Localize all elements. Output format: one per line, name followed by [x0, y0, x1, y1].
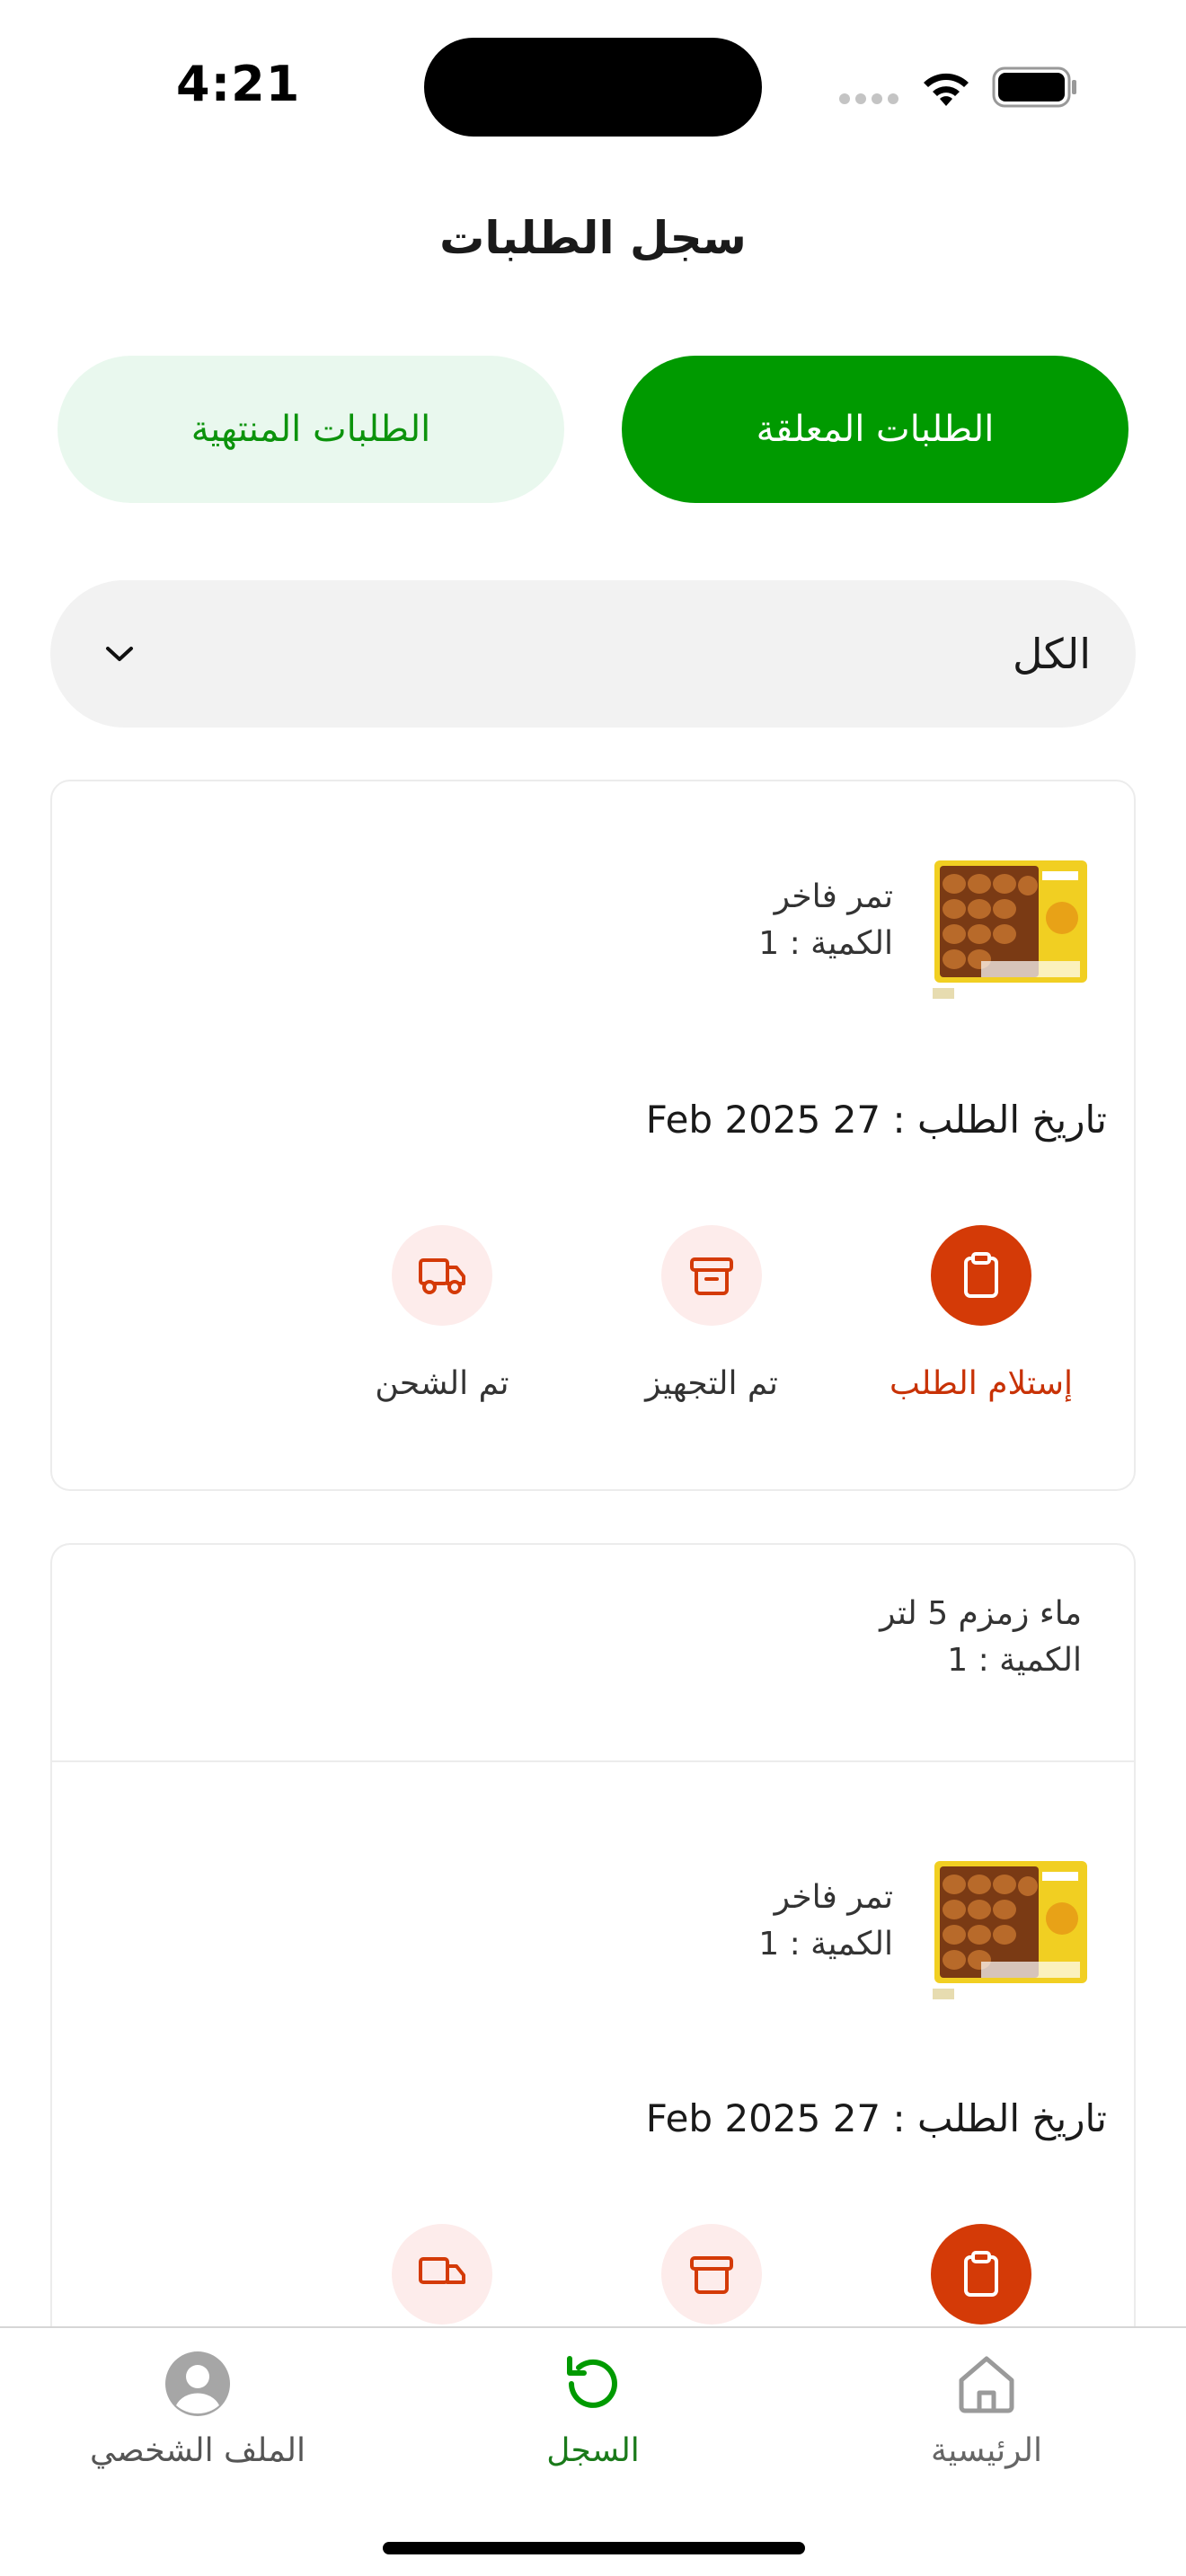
nav-label: الملف الشخصي	[90, 2432, 305, 2469]
history-icon	[567, 2356, 617, 2408]
product-quantity: الكمية : 1	[758, 1926, 893, 1963]
step-order-received	[873, 2224, 1089, 2325]
tab-completed-orders[interactable]: الطلبات المنتهية	[58, 356, 564, 503]
order-card[interactable]: ماء زمزم 5 لتر الكمية : 1 تمر فاخر الكمي…	[50, 1543, 1136, 2387]
tab-pending-orders[interactable]: الطلبات المعلقة	[622, 356, 1128, 503]
battery-icon	[992, 66, 1076, 108]
step-circle-shipped	[392, 1225, 492, 1326]
step-circle-shipped	[392, 2224, 492, 2325]
order-item: تمر فاخر الكمية : 1	[559, 853, 1098, 1006]
home-icon	[959, 2356, 1014, 2413]
step-prepared: تم التجهيز	[604, 1225, 819, 1402]
order-card[interactable]: تمر فاخر الكمية : 1 تاريخ الطلب : 27 Feb…	[50, 780, 1136, 1491]
step-circle-prepared	[661, 1225, 762, 1326]
filter-selected-value: الكل	[1012, 630, 1091, 678]
bottom-nav: الرئيسية السجل الملف الشخصي	[0, 2326, 1186, 2576]
nav-item-history[interactable]: السجل	[458, 2348, 728, 2469]
order-date: تاريخ الطلب : 27 Feb 2025	[646, 2096, 1107, 2140]
chevron-down-icon	[106, 647, 133, 661]
dynamic-island	[424, 38, 762, 137]
delivery-truck-icon	[419, 2257, 465, 2284]
clipboard-icon	[964, 1252, 998, 1298]
nav-label: الرئيسية	[931, 2432, 1042, 2469]
status-filter-dropdown[interactable]: الكل	[50, 580, 1136, 728]
step-circle-received	[931, 2224, 1031, 2325]
extra-item-quantity: الكمية : 1	[947, 1642, 1082, 1679]
step-order-received: إستلام الطلب	[873, 1225, 1089, 1402]
divider	[52, 1760, 1134, 1762]
archive-box-icon	[690, 2256, 733, 2294]
clipboard-icon	[964, 2251, 998, 2297]
page-title: سجل الطلبات	[439, 212, 747, 264]
product-name: تمر فاخر	[774, 1879, 893, 1916]
nav-label: السجل	[546, 2432, 640, 2469]
nav-item-home[interactable]: الرئيسية	[852, 2348, 1121, 2469]
archive-box-icon	[690, 1257, 733, 1295]
step-label: تم الشحن	[375, 1365, 509, 1402]
home-indicator	[383, 2542, 805, 2554]
step-shipped	[334, 2224, 550, 2325]
order-date: تاريخ الطلب : 27 Feb 2025	[646, 1098, 1107, 1142]
product-image	[933, 860, 1087, 999]
delivery-truck-icon	[419, 1258, 465, 1294]
step-label: تم التجهيز	[645, 1365, 778, 1402]
nav-item-profile[interactable]: الملف الشخصي	[63, 2348, 332, 2469]
cellular-signal-icon	[839, 93, 898, 104]
step-circle-prepared	[661, 2224, 762, 2325]
wifi-icon	[924, 73, 969, 106]
product-quantity: الكمية : 1	[758, 925, 893, 962]
step-prepared	[604, 2224, 819, 2325]
status-time: 4:21	[176, 56, 301, 112]
extra-item-name: ماء زمزم 5 لتر	[880, 1595, 1082, 1632]
product-name: تمر فاخر	[774, 878, 893, 915]
profile-icon	[165, 2351, 230, 2416]
order-date-text: تاريخ الطلب : 27 Feb 2025	[645, 2096, 1107, 2140]
order-item: تمر فاخر الكمية : 1	[559, 1854, 1098, 2007]
product-image	[933, 1861, 1087, 1999]
step-label: إستلام الطلب	[889, 1365, 1073, 1402]
order-date-text: تاريخ الطلب : 27 Feb 2025	[645, 1098, 1107, 1142]
step-circle-received	[931, 1225, 1031, 1326]
step-shipped: تم الشحن	[334, 1225, 550, 1402]
